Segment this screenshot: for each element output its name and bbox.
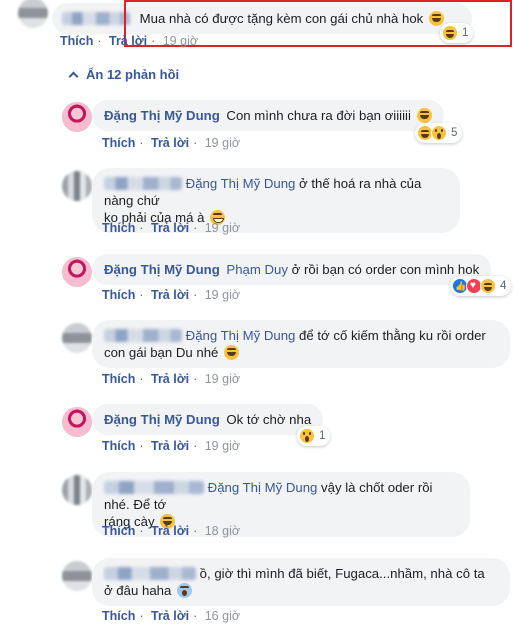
hide-replies-toggle[interactable]: Ẩn 12 phản hồi [68,67,179,82]
mention-link[interactable]: Đặng Thị Mỹ Dung [186,328,296,343]
reply-actions: Thích · Trả lời · 19 giờ [102,439,244,453]
comment-actions: Thích · Trả lời · 19 giờ [60,34,202,48]
separator-dot: · [139,288,144,302]
separator-dot: · [139,524,144,538]
reply-author-name-blurred[interactable] [104,177,182,190]
separator-dot: · [139,439,144,453]
timestamp[interactable]: 19 giờ [205,136,240,150]
reaction-count: 5 [451,127,458,139]
separator-dot: · [193,288,198,302]
reply-button[interactable]: Trả lời [151,221,189,235]
timestamp[interactable]: 16 giờ [205,609,240,623]
laughing-emoji-icon [224,345,240,360]
reply-text-line2: con gái bạn Du nhé [104,345,219,360]
reply-bubble: Đặng Thị Mỹ Dung Con mình chưa ra đời bạ… [92,100,444,131]
separator-dot: · [139,221,144,235]
separator-dot: · [193,439,198,453]
reply-actions: Thích · Trả lời · 19 giờ [102,136,244,150]
commenter-name-blurred[interactable] [62,12,130,25]
separator-dot: · [151,34,156,48]
like-button[interactable]: Thích [102,609,135,623]
reply-actions: Thích · Trả lời · 19 giờ [102,372,244,386]
timestamp[interactable]: 19 giờ [205,221,240,235]
reply-text: Con mình chưa ra đời bạn ơiiiiii [226,108,411,123]
like-button[interactable]: Thích [102,372,135,386]
wow-reaction-icon [431,125,447,141]
separator-dot: · [139,136,144,150]
avatar[interactable] [62,561,92,591]
avatar[interactable] [62,171,92,201]
reply-text: ở rồi bạn có order con mình hok [288,262,480,277]
reply-button[interactable]: Trả lời [151,524,189,538]
timestamp[interactable]: 19 giờ [205,372,240,386]
reaction-count: 1 [319,430,326,442]
like-button[interactable]: Thích [60,34,93,48]
reply-text-line2: ở đâu haha [104,583,172,598]
avatar[interactable] [62,475,92,505]
reply-author-name-blurred[interactable] [104,329,182,342]
avatar[interactable] [18,0,48,28]
reply-text-line1: để tớ cố kiếm thằng ku rồi order [295,328,486,343]
reply-actions: Thích · Trả lời · 19 giờ [102,221,244,235]
reply-actions: Thích · Trả lời · 16 giờ [102,609,244,623]
separator-dot: · [139,372,144,386]
reply-button[interactable]: Trả lời [151,439,189,453]
timestamp[interactable]: 19 giờ [163,34,198,48]
separator-dot: · [193,609,198,623]
separator-dot: · [139,609,144,623]
separator-dot: · [97,34,102,48]
reply-button[interactable]: Trả lời [151,136,189,150]
reply-button[interactable]: Trả lời [151,288,189,302]
like-button[interactable]: Thích [102,136,135,150]
avatar[interactable] [62,323,92,353]
wow-reaction-icon [299,428,315,444]
timestamp[interactable]: 18 giờ [205,524,240,538]
separator-dot: · [193,136,198,150]
reply-bubble: Đặng Thị Mỹ Dung Phạm Duy ở rồi bạn có o… [92,254,492,285]
reply-bubble: Đặng Thị Mỹ Dung Ok tớ chờ nha [92,404,324,435]
chevron-up-icon [68,71,79,82]
mention-link[interactable]: Đặng Thị Mỹ Dung [208,480,318,495]
reply-actions: Thích · Trả lời · 19 giờ [102,288,244,302]
reaction-summary[interactable]: 1 [297,426,331,446]
avatar[interactable] [62,407,92,437]
reply-button[interactable]: Trả lời [109,34,147,48]
haha-reaction-icon [480,278,496,294]
like-button[interactable]: Thích [102,524,135,538]
reply-actions: Thích · Trả lời · 18 giờ [102,524,244,538]
reply-button[interactable]: Trả lời [151,372,189,386]
mention-link[interactable]: Phạm Duy [226,262,288,277]
reaction-summary[interactable]: 5 [415,123,463,143]
timestamp[interactable]: 19 giờ [205,288,240,302]
hide-replies-label: Ẩn 12 phản hồi [86,67,180,82]
like-button[interactable]: Thích [102,288,135,302]
separator-dot: · [193,524,198,538]
like-button[interactable]: Thích [102,221,135,235]
reaction-count: 4 [500,280,507,292]
reply-author-name-blurred[interactable] [104,481,204,494]
timestamp[interactable]: 19 giờ [205,439,240,453]
reply-author-name-blurred[interactable] [104,567,196,580]
avatar[interactable] [62,257,92,287]
scream-emoji-icon [177,583,192,598]
avatar[interactable] [62,102,92,132]
reply-button[interactable]: Trả lời [151,609,189,623]
mention-link[interactable]: Đặng Thị Mỹ Dung [186,176,296,191]
reply-author-name[interactable]: Đặng Thị Mỹ Dung [104,262,220,277]
like-button[interactable]: Thích [102,439,135,453]
reply-text-line1: ồ, giờ thì mình đã biết, Fugaca...nhầm, … [199,566,485,581]
reply-bubble: Đặng Thị Mỹ Dung để tớ cố kiếm thằng ku … [92,320,510,368]
reply-author-name[interactable]: Đặng Thị Mỹ Dung [104,108,220,123]
reply-author-name[interactable]: Đặng Thị Mỹ Dung [104,412,220,427]
separator-dot: · [193,372,198,386]
separator-dot: · [193,221,198,235]
laughing-emoji-icon [416,108,432,123]
reply-bubble: ồ, giờ thì mình đã biết, Fugaca...nhầm, … [92,558,510,606]
reaction-summary[interactable]: 4 [450,276,512,296]
reply-text: Ok tớ chờ nha [226,412,312,427]
